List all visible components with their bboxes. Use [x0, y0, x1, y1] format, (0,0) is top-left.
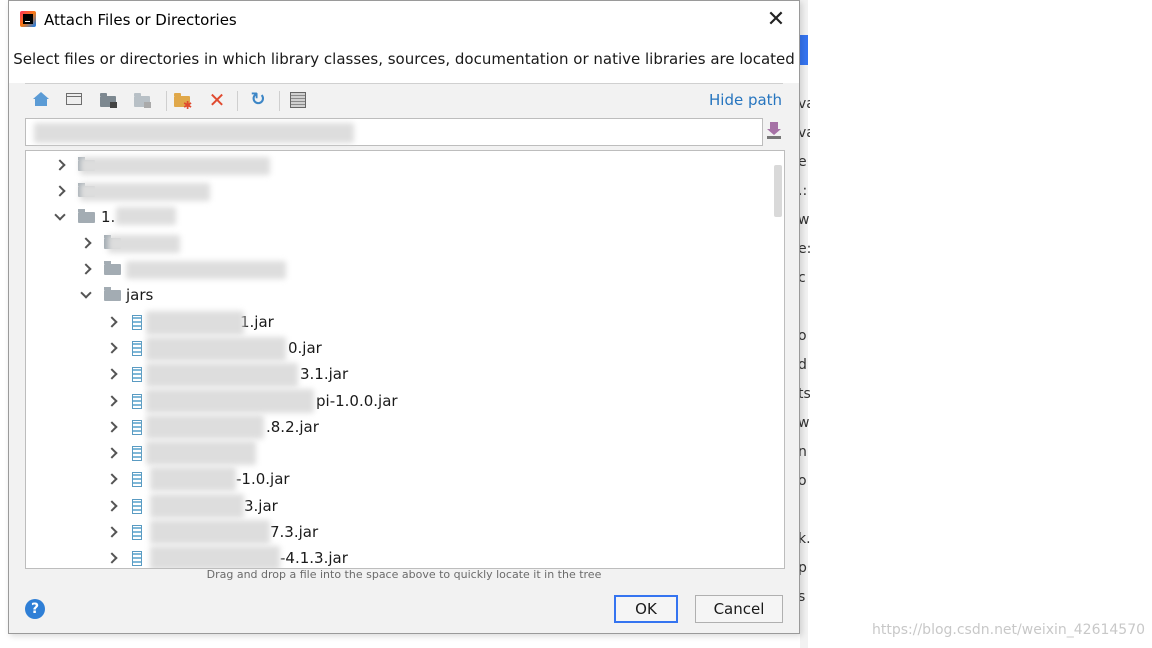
- jar-file-icon: [132, 367, 142, 382]
- watermark: https://blog.csdn.net/weixin_42614570: [872, 622, 1146, 638]
- cancel-button[interactable]: Cancel: [695, 595, 783, 623]
- divider: [25, 83, 783, 84]
- chevron-right-icon[interactable]: [106, 309, 118, 335]
- blurred-label: [150, 520, 270, 544]
- blurred-label: [116, 207, 176, 225]
- jar-file-icon: [132, 446, 142, 461]
- tree-row-label: pi-1.0.0.jar: [316, 392, 398, 410]
- module-icon[interactable]: [131, 89, 155, 111]
- tree-row-label: -4.1.3.jar: [280, 549, 348, 567]
- refresh-icon[interactable]: ↻: [246, 89, 270, 111]
- project-icon[interactable]: [97, 89, 121, 111]
- tree-row-label: -1.0.jar: [236, 470, 290, 488]
- chevron-right-icon[interactable]: [106, 361, 118, 387]
- background-accent: [800, 35, 808, 65]
- chevron-right-icon[interactable]: [106, 440, 118, 466]
- tree-row-label: 3.jar: [244, 497, 278, 515]
- path-input[interactable]: [25, 118, 763, 146]
- jar-file-icon: [132, 341, 142, 356]
- jar-file-icon: [132, 394, 142, 409]
- tree-row-label: jars: [126, 286, 154, 304]
- delete-icon[interactable]: ✕: [205, 89, 229, 111]
- close-icon[interactable]: ✕: [761, 5, 791, 35]
- blurred-label: [126, 261, 286, 279]
- jar-file-icon: [132, 420, 142, 435]
- tree-row-label: 0.jar: [288, 339, 322, 357]
- folder-icon: [78, 209, 95, 223]
- blurred-label: [146, 389, 314, 413]
- tree-row-label: 1.: [101, 208, 116, 226]
- blurred-label: [150, 467, 236, 491]
- help-icon[interactable]: ?: [25, 599, 45, 619]
- toolbar-separator: [279, 91, 280, 111]
- jar-file-icon: [132, 499, 142, 514]
- folder-icon: [104, 287, 121, 301]
- chevron-right-icon[interactable]: [54, 178, 66, 204]
- chevron-right-icon[interactable]: [54, 152, 66, 178]
- attach-files-dialog: Attach Files or Directories ✕ Select fil…: [8, 0, 800, 634]
- scrollbar-thumb[interactable]: [774, 165, 782, 217]
- tree-row-label: 3.1.jar: [300, 365, 349, 383]
- tree-row-label: 7.3.jar: [270, 523, 319, 541]
- tree-row-label: 1.jar: [240, 313, 274, 331]
- blurred-label: [146, 363, 298, 387]
- download-path-icon[interactable]: [766, 122, 786, 142]
- dialog-title: Attach Files or Directories: [44, 11, 237, 29]
- dialog-description: Select files or directories in which lib…: [9, 39, 799, 83]
- chevron-down-icon[interactable]: [80, 282, 92, 308]
- drag-drop-hint: Drag and drop a file into the space abov…: [206, 568, 602, 581]
- ok-button[interactable]: OK: [614, 595, 678, 623]
- toolbar-separator: [166, 91, 167, 111]
- jar-file-icon: [132, 525, 142, 540]
- jar-file-icon: [132, 472, 142, 487]
- jar-file-icon: [132, 551, 142, 566]
- chevron-right-icon[interactable]: [106, 545, 118, 568]
- hide-path-link[interactable]: Hide path: [709, 91, 782, 109]
- file-tree[interactable]: 1. jars 1.jar 0.jar 3.1.jar pi-1.0.0.jar…: [25, 150, 785, 569]
- chevron-right-icon[interactable]: [106, 388, 118, 414]
- blurred-label: [150, 494, 244, 518]
- blurred-label: [150, 546, 280, 568]
- chevron-right-icon[interactable]: [106, 335, 118, 361]
- blurred-label: [80, 183, 210, 201]
- blurred-label: [146, 311, 244, 335]
- blurred-path: [34, 123, 354, 143]
- toolbar-separator: [237, 91, 238, 111]
- chevron-down-icon[interactable]: [54, 204, 66, 230]
- jar-file-icon: [132, 315, 142, 330]
- chevron-right-icon[interactable]: [106, 493, 118, 519]
- folder-icon: [104, 261, 121, 275]
- show-hidden-icon[interactable]: [287, 89, 311, 111]
- blurred-label: [146, 337, 286, 361]
- chevron-right-icon[interactable]: [80, 230, 92, 256]
- new-folder-icon[interactable]: ✱: [171, 89, 195, 112]
- intellij-idea-icon: [20, 11, 36, 27]
- blurred-label: [80, 157, 270, 175]
- desktop-icon[interactable]: [63, 89, 87, 111]
- tree-row-label: .8.2.jar: [266, 418, 319, 436]
- chevron-right-icon[interactable]: [106, 414, 118, 440]
- title-bar[interactable]: Attach Files or Directories ✕: [9, 1, 799, 39]
- blurred-label: [108, 235, 180, 253]
- chevron-right-icon[interactable]: [106, 519, 118, 545]
- blurred-label: [146, 415, 264, 439]
- chevron-right-icon[interactable]: [106, 466, 118, 492]
- blurred-label: [146, 441, 256, 465]
- chevron-right-icon[interactable]: [80, 256, 92, 282]
- home-icon[interactable]: [29, 89, 53, 111]
